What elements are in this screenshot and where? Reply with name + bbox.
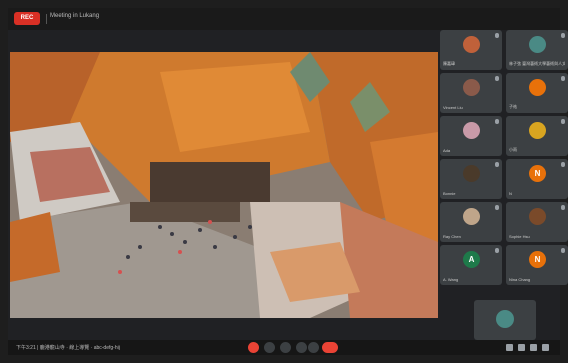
mic-icon: [495, 248, 499, 253]
recording-badge: REC: [14, 12, 40, 25]
meeting-window: REC Meeting in Lukang 陳嘉瑋 林子弦 臺灣藝術大學藝術與人…: [8, 8, 568, 355]
avatar: [529, 36, 546, 53]
participant-tile[interactable]: N Nina Chang: [506, 245, 568, 285]
participant-tile[interactable]: Ada: [440, 116, 502, 156]
participant-tile[interactable]: 陳嘉瑋: [440, 30, 502, 70]
participant-name: 林子弦 臺灣藝術大學藝術與人文教育研究所: [509, 61, 565, 66]
end-call-button[interactable]: [322, 342, 338, 353]
participant-name: Ray Chen: [443, 234, 461, 239]
participant-tile[interactable]: Ray Chen: [440, 202, 502, 242]
mic-icon: [561, 119, 565, 124]
participant-tile[interactable]: 小雨: [506, 116, 568, 156]
mic-icon: [495, 76, 499, 81]
participant-tile[interactable]: Vincent Liu: [440, 73, 502, 113]
avatar: [463, 79, 480, 96]
participant-name: A. Wang: [443, 277, 459, 282]
mic-icon: [561, 76, 565, 81]
avatar: [463, 165, 480, 182]
participant-tile[interactable]: NN: [506, 159, 568, 199]
mic-icon: [495, 119, 499, 124]
participant-name: Vincent Liu: [443, 105, 463, 110]
captions-button[interactable]: [280, 342, 291, 353]
mic-icon: [561, 162, 565, 167]
avatar: [529, 122, 546, 139]
avatar: [463, 122, 480, 139]
avatar: A: [463, 251, 480, 268]
participant-tile[interactable]: Bonnie: [440, 159, 502, 199]
people-icon[interactable]: [518, 344, 525, 351]
participant-tile[interactable]: 子祐: [506, 73, 568, 113]
avatar: N: [529, 165, 546, 182]
divider: [46, 14, 47, 24]
avatar: [463, 36, 480, 53]
meeting-title: Meeting in Lukang: [50, 13, 100, 19]
participant-tile[interactable]: A A. Wang: [440, 245, 502, 285]
participant-name: Ada: [443, 148, 451, 153]
avatar: N: [529, 251, 546, 268]
mic-icon: [495, 162, 499, 167]
mic-icon: [561, 248, 565, 253]
mic-icon: [495, 33, 499, 38]
meeting-info: 下午3:21 | 鹿港龍山寺 · 線上導覽 · abc-defg-hij: [16, 345, 120, 351]
main-video-feed[interactable]: [10, 52, 438, 318]
present-button[interactable]: [296, 342, 307, 353]
avatar: [463, 208, 480, 225]
camera-toggle-button[interactable]: [264, 342, 275, 353]
more-options-button[interactable]: [308, 342, 319, 353]
info-icon[interactable]: [506, 344, 513, 351]
avatar: [529, 208, 546, 225]
participant-name: N: [509, 191, 512, 196]
bottom-bar: 下午3:21 | 鹿港龍山寺 · 線上導覽 · abc-defg-hij: [8, 340, 560, 355]
avatar: [496, 310, 514, 328]
participant-name: 小雨: [509, 147, 517, 152]
temple-aerial-image: [10, 52, 438, 318]
chat-icon[interactable]: [530, 344, 537, 351]
avatar: [529, 79, 546, 96]
mic-icon: [561, 33, 565, 38]
participant-tile[interactable]: Sophie Hsu: [506, 202, 568, 242]
participant-name: 子祐: [509, 104, 517, 109]
top-bar: REC Meeting in Lukang: [8, 8, 560, 30]
mic-icon: [495, 205, 499, 210]
participant-name: Bonnie: [443, 191, 456, 196]
self-view-tile[interactable]: [474, 300, 536, 340]
participant-tile[interactable]: 林子弦 臺灣藝術大學藝術與人文教育研究所: [506, 30, 568, 70]
participant-name: Nina Chang: [509, 277, 531, 282]
activities-icon[interactable]: [542, 344, 549, 351]
participant-name: 陳嘉瑋: [443, 61, 455, 66]
mic-icon: [561, 205, 565, 210]
participant-name: Sophie Hsu: [509, 234, 530, 239]
mic-toggle-button[interactable]: [248, 342, 259, 353]
